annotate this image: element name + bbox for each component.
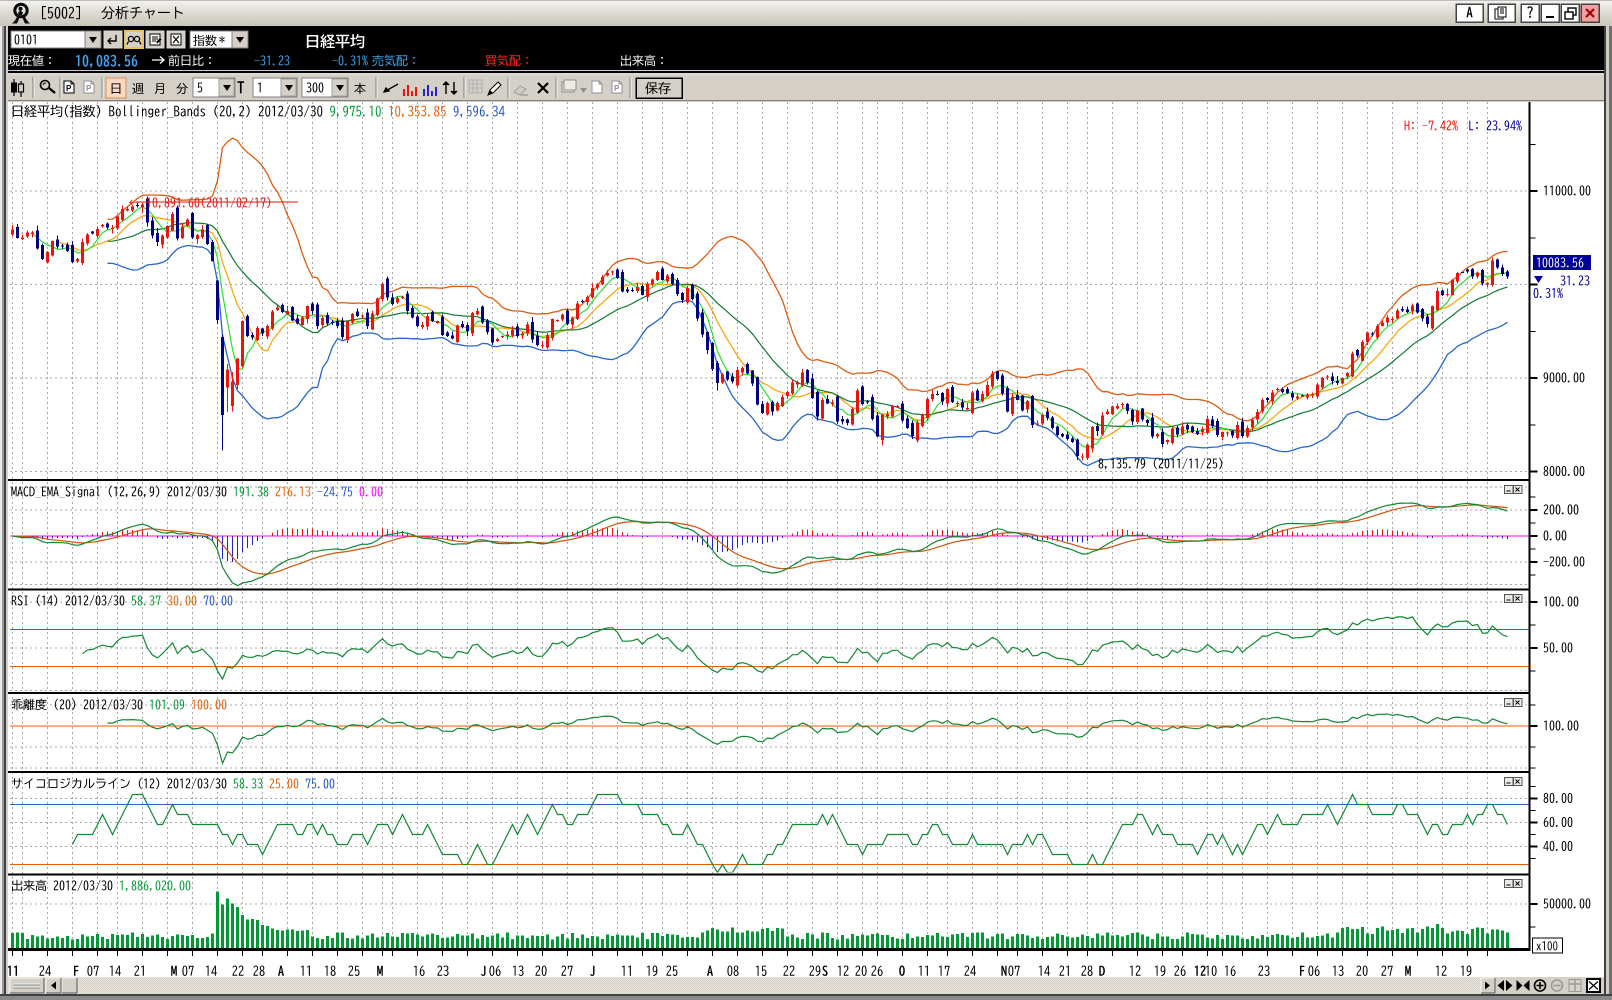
svg-text:P: P xyxy=(66,84,72,93)
svg-text:P: P xyxy=(614,84,620,93)
svg-text:P: P xyxy=(86,84,92,93)
